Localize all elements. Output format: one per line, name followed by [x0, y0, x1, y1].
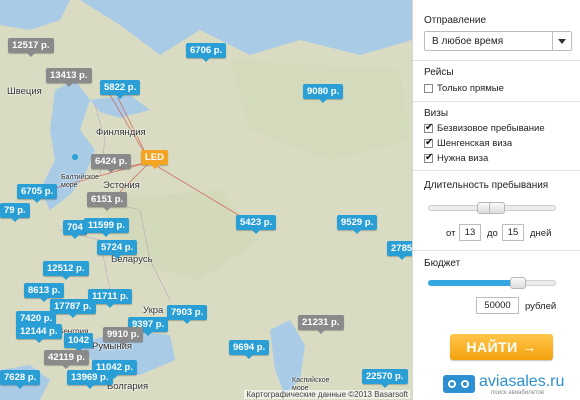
price-marker[interactable]: 5822 р. [100, 80, 141, 99]
chevron-down-icon [552, 32, 571, 50]
logo-name: aviasales.ru [479, 373, 565, 390]
duration-slider-max-handle[interactable] [489, 202, 505, 214]
checkmark-icon [424, 152, 433, 163]
budget-input[interactable]: 50000 [476, 297, 519, 314]
budget-slider-fill [428, 280, 518, 286]
duration-title: Длительность пребывания [424, 180, 549, 191]
price-marker[interactable]: 5423 р. [236, 215, 277, 234]
duration-from-input[interactable]: 13 [459, 224, 481, 241]
region-label: Швеция [7, 86, 42, 97]
price-marker[interactable]: 1042 [64, 333, 94, 352]
checkmark-icon [424, 122, 433, 133]
region-label: Балтийское море [61, 174, 100, 189]
price-marker[interactable]: 13969 р. [67, 370, 113, 389]
price-marker[interactable]: 11599 р. [84, 218, 129, 237]
visa-option-label: Безвизовое пребывание [437, 123, 545, 134]
departure-title: Отправление [424, 15, 487, 26]
region-label: Эстония [103, 180, 140, 191]
price-marker[interactable]: 12517 р. [8, 38, 54, 57]
price-marker[interactable]: 9529 р. [337, 215, 378, 234]
duration-from-label: от [446, 228, 456, 239]
budget-slider-handle[interactable] [509, 277, 526, 289]
duration-to-input[interactable]: 15 [502, 224, 524, 241]
budget-slider[interactable] [428, 280, 556, 286]
flights-title: Рейсы [424, 67, 454, 78]
departure-select[interactable]: В любое время [424, 31, 572, 51]
region-label: Болгария [107, 381, 149, 392]
budget-unit: рублей [525, 301, 557, 312]
price-marker[interactable]: 17787 р. [50, 299, 96, 318]
region-label: Укра [143, 305, 164, 316]
visa-option-label: Нужна виза [437, 153, 489, 164]
visa-option-label: Шенгенская виза [437, 138, 513, 149]
map-copyright: Картографические данные ©2013 Basarsoft [244, 390, 410, 399]
price-marker[interactable]: 2785 [387, 241, 412, 260]
price-marker[interactable]: 7903 р. [167, 305, 208, 324]
origin-marker[interactable]: LED [141, 150, 168, 169]
visas-section: Визы Безвизовое пребывание Шенгенская ви… [413, 101, 580, 171]
price-marker[interactable]: 22570 р. [362, 369, 408, 388]
region-label: Финляндия [96, 127, 146, 138]
price-marker[interactable]: 6424 р. [91, 154, 132, 173]
logo-tagline: поиск авиабилетов [491, 390, 545, 396]
logo-icon [443, 375, 475, 393]
price-marker[interactable]: 13413 р. [46, 68, 92, 87]
duration-unit: дней [530, 228, 552, 239]
price-marker[interactable]: 5724 р. [97, 240, 138, 259]
filter-panel: Отправление В любое время Рейсы Только п… [412, 0, 580, 400]
budget-section: Бюджет 50000 рублей [413, 250, 580, 326]
price-marker[interactable]: 12144 р. [16, 324, 62, 343]
search-button[interactable]: НАЙТИ → [450, 334, 553, 360]
price-marker[interactable]: 6151 р. [87, 192, 128, 211]
aviasales-logo[interactable]: aviasales.ru поиск авиабилетов [443, 373, 573, 397]
duration-section: Длительность пребывания от 13 до 15 дней [413, 170, 580, 251]
price-marker[interactable]: 8613 р. [24, 283, 65, 302]
price-marker[interactable]: 9694 р. [229, 340, 270, 359]
checkbox-icon [424, 84, 433, 93]
price-marker[interactable]: 12512 р. [43, 261, 89, 280]
flights-section: Рейсы Только прямые [413, 60, 580, 102]
departure-section: Отправление В любое время [413, 0, 580, 60]
duration-to-label: до [487, 228, 498, 239]
checkmark-icon [424, 137, 433, 148]
visas-title: Визы [424, 108, 449, 119]
price-marker[interactable]: 6705 р. [17, 184, 58, 203]
direct-only-label: Только прямые [437, 83, 504, 94]
budget-title: Бюджет [424, 258, 461, 269]
price-marker[interactable]: 9910 р. [103, 327, 144, 346]
price-marker[interactable]: 42119 р. [44, 350, 89, 369]
price-marker[interactable]: 79 р. [0, 203, 30, 222]
price-marker[interactable]: 7628 р. [0, 370, 41, 389]
departure-value: В любое время [432, 36, 504, 47]
price-marker[interactable]: 6706 р. [186, 43, 227, 62]
price-marker[interactable]: 21231 р. [298, 315, 344, 334]
price-marker[interactable]: 9080 р. [303, 84, 344, 103]
map-area[interactable]: Швеция Финляндия Балтийское море Эстония… [0, 0, 412, 400]
